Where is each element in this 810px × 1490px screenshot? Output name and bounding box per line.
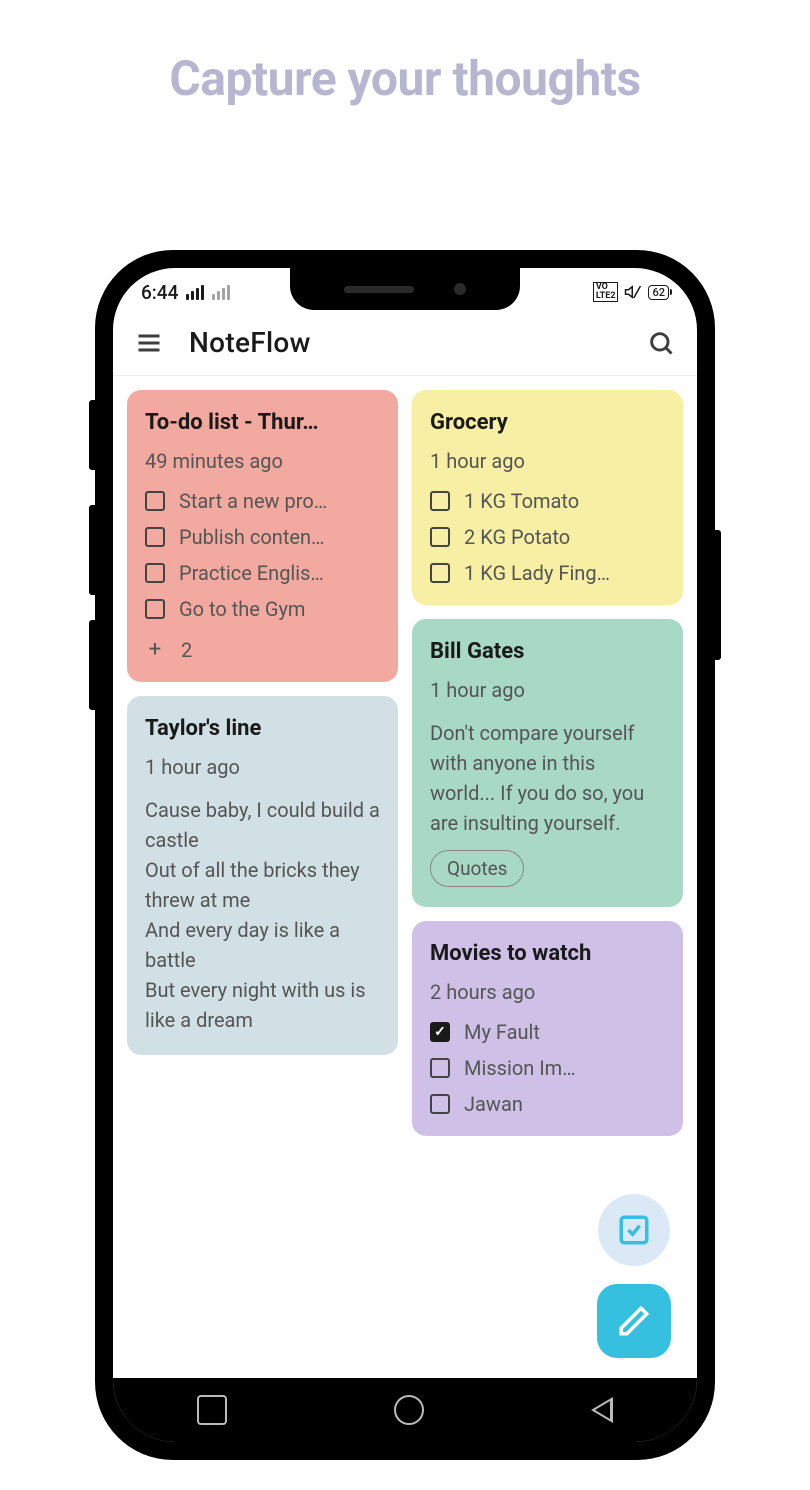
- check-label: 2 KG Potato: [464, 525, 570, 549]
- checkbox-icon: [430, 563, 450, 583]
- more-items: +2: [145, 637, 380, 662]
- check-item: Jawan: [430, 1092, 665, 1116]
- mute-icon: [624, 283, 642, 301]
- phone-frame: 6:44 VOLTE2 62 NoteFlow To-do list - Thu…: [95, 250, 715, 1460]
- nav-home-button[interactable]: [394, 1395, 424, 1425]
- check-label: Mission Im…: [464, 1056, 576, 1080]
- check-item: Mission Im…: [430, 1056, 665, 1080]
- check-item: My Fault: [430, 1020, 665, 1044]
- check-label: My Fault: [464, 1020, 540, 1044]
- phone-notch: [290, 268, 520, 310]
- signal-icon: [186, 285, 204, 300]
- android-nav-bar: [113, 1378, 697, 1442]
- check-label: Jawan: [464, 1092, 523, 1116]
- checkbox-icon: [145, 491, 165, 511]
- status-time: 6:44: [141, 281, 178, 304]
- check-label: Start a new pro…: [179, 489, 327, 513]
- more-count: 2: [181, 638, 192, 662]
- check-label: 1 KG Lady Fing…: [464, 561, 610, 585]
- checkbox-icon: [145, 527, 165, 547]
- check-label: 1 KG Tomato: [464, 489, 579, 513]
- note-time: 49 minutes ago: [145, 449, 380, 473]
- fab-compose-button[interactable]: [597, 1284, 671, 1358]
- checkbox-icon: [430, 527, 450, 547]
- note-card-movies[interactable]: Movies to watch 2 hours ago My Fault Mis…: [412, 921, 683, 1136]
- check-item: Go to the Gym: [145, 597, 380, 621]
- note-card-grocery[interactable]: Grocery 1 hour ago 1 KG Tomato 2 KG Pota…: [412, 390, 683, 605]
- note-title: To-do list - Thur…: [145, 410, 380, 435]
- search-icon[interactable]: [647, 329, 675, 357]
- fab-checklist-button[interactable]: [598, 1194, 670, 1266]
- note-title: Bill Gates: [430, 639, 665, 664]
- note-card-taylor[interactable]: Taylor's line 1 hour ago Cause baby, I c…: [127, 696, 398, 1055]
- check-item: Practice Englis…: [145, 561, 380, 585]
- check-item: 1 KG Lady Fing…: [430, 561, 665, 585]
- battery-icon: 62: [648, 285, 669, 300]
- app-bar: NoteFlow: [113, 310, 697, 376]
- plus-icon: +: [145, 637, 165, 662]
- note-time: 2 hours ago: [430, 980, 665, 1004]
- note-body: Cause baby, I could build a castle Out o…: [145, 795, 380, 1035]
- check-item: Publish conten…: [145, 525, 380, 549]
- page-headline: Capture your thoughts: [0, 50, 810, 107]
- checkbox-icon: [430, 491, 450, 511]
- tag-chip[interactable]: Quotes: [430, 850, 524, 887]
- checkbox-checked-icon: [430, 1022, 450, 1042]
- volte-icon: VOLTE2: [593, 282, 619, 302]
- phone-screen: 6:44 VOLTE2 62 NoteFlow To-do list - Thu…: [113, 268, 697, 1442]
- note-title: Grocery: [430, 410, 665, 435]
- nav-back-button[interactable]: [591, 1397, 613, 1423]
- nav-recent-button[interactable]: [197, 1395, 227, 1425]
- check-label: Practice Englis…: [179, 561, 324, 585]
- note-time: 1 hour ago: [145, 755, 380, 779]
- pencil-icon: [617, 1304, 651, 1338]
- signal-icon-2: [212, 285, 230, 300]
- check-label: Publish conten…: [179, 525, 324, 549]
- check-item: Start a new pro…: [145, 489, 380, 513]
- checkbox-icon: [145, 599, 165, 619]
- note-time: 1 hour ago: [430, 449, 665, 473]
- menu-icon[interactable]: [135, 329, 163, 357]
- checkbox-outline-icon: [617, 1213, 651, 1247]
- note-time: 1 hour ago: [430, 678, 665, 702]
- checkbox-icon: [145, 563, 165, 583]
- check-label: Go to the Gym: [179, 597, 305, 621]
- note-body: Don't compare yourself with anyone in th…: [430, 718, 665, 838]
- checkbox-icon: [430, 1058, 450, 1078]
- note-card-billgates[interactable]: Bill Gates 1 hour ago Don't compare your…: [412, 619, 683, 907]
- check-item: 2 KG Potato: [430, 525, 665, 549]
- note-title: Taylor's line: [145, 716, 380, 741]
- check-item: 1 KG Tomato: [430, 489, 665, 513]
- checkbox-icon: [430, 1094, 450, 1114]
- app-title: NoteFlow: [189, 326, 621, 359]
- note-card-todo[interactable]: To-do list - Thur… 49 minutes ago Start …: [127, 390, 398, 682]
- note-title: Movies to watch: [430, 941, 665, 966]
